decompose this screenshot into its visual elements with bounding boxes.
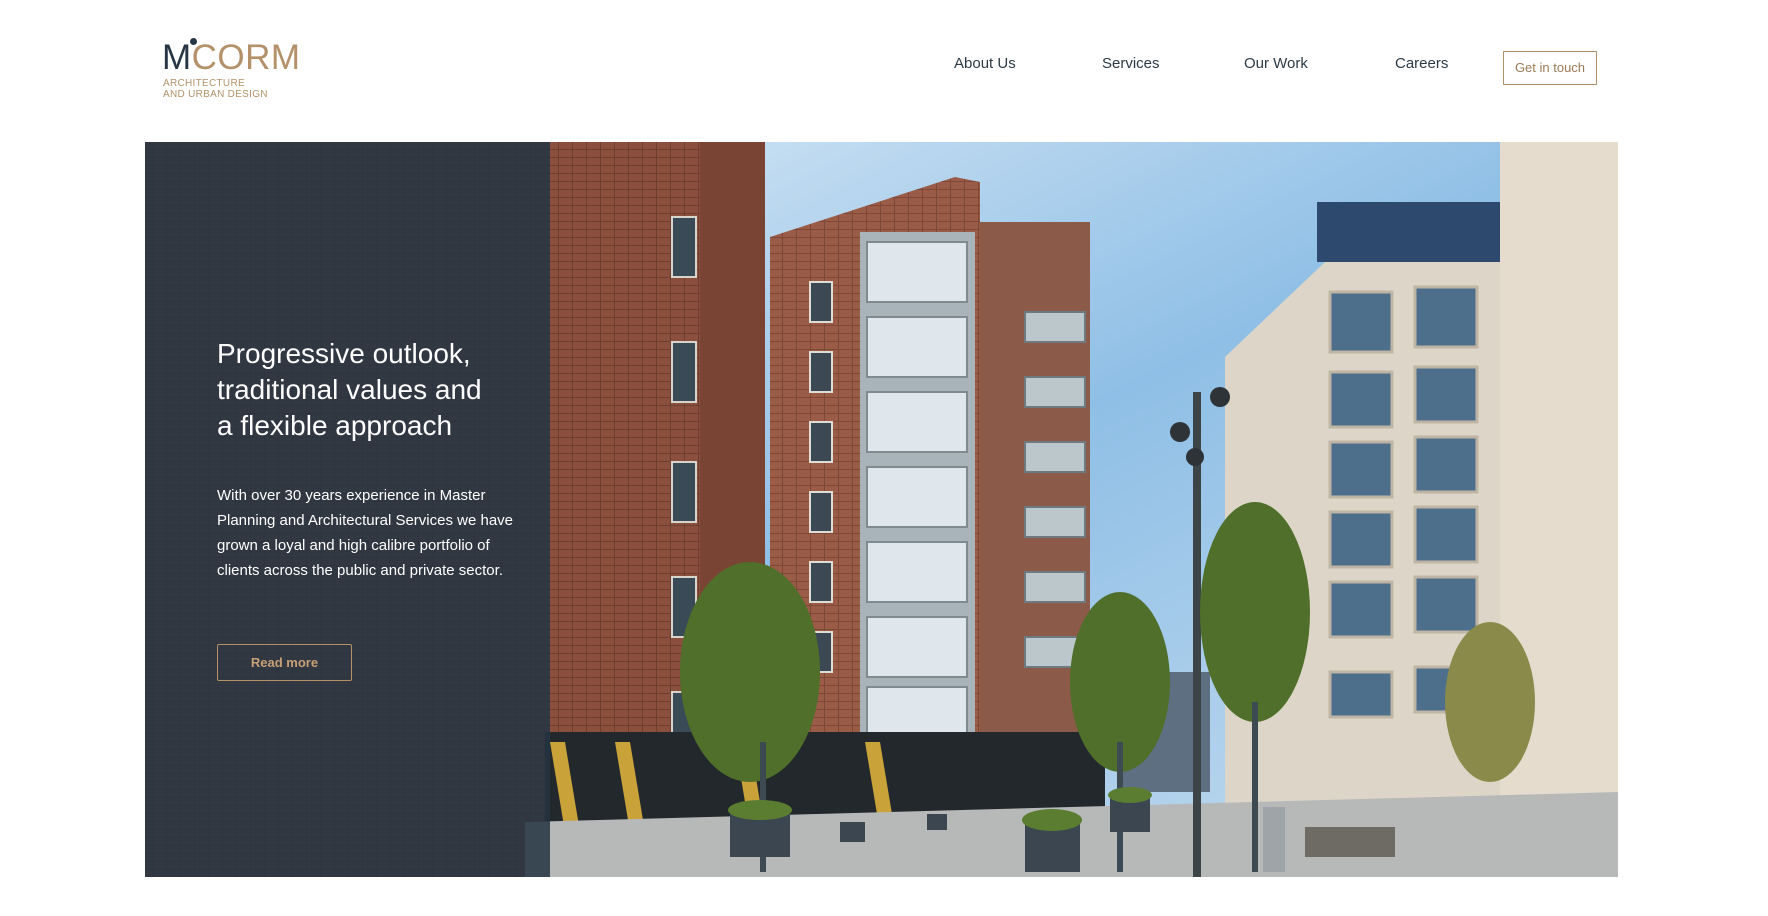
hero-banner: Progressive outlook, traditional values …	[145, 142, 1618, 877]
hero-text-panel: Progressive outlook, traditional values …	[145, 142, 550, 877]
hero-description: With over 30 years experience in Master …	[217, 487, 514, 579]
nav-our-work[interactable]: Our Work	[1244, 55, 1308, 72]
nav-about-us[interactable]: About Us	[954, 55, 1016, 72]
get-in-touch-button[interactable]: Get in touch	[1503, 51, 1597, 85]
hero-headline: Progressive outlook, traditional values …	[217, 338, 482, 441]
nav-services[interactable]: Services	[1102, 55, 1160, 72]
logo-tagline: ARCHITECTURE AND URBAN DESIGN	[163, 78, 268, 100]
logo-wordmark: MCORM	[162, 38, 301, 77]
read-more-button[interactable]: Read more	[217, 644, 352, 681]
logo[interactable]: MCORM ARCHITECTURE AND URBAN DESIGN	[162, 38, 322, 102]
logo-dot-icon	[190, 38, 197, 45]
nav-careers[interactable]: Careers	[1395, 55, 1448, 72]
